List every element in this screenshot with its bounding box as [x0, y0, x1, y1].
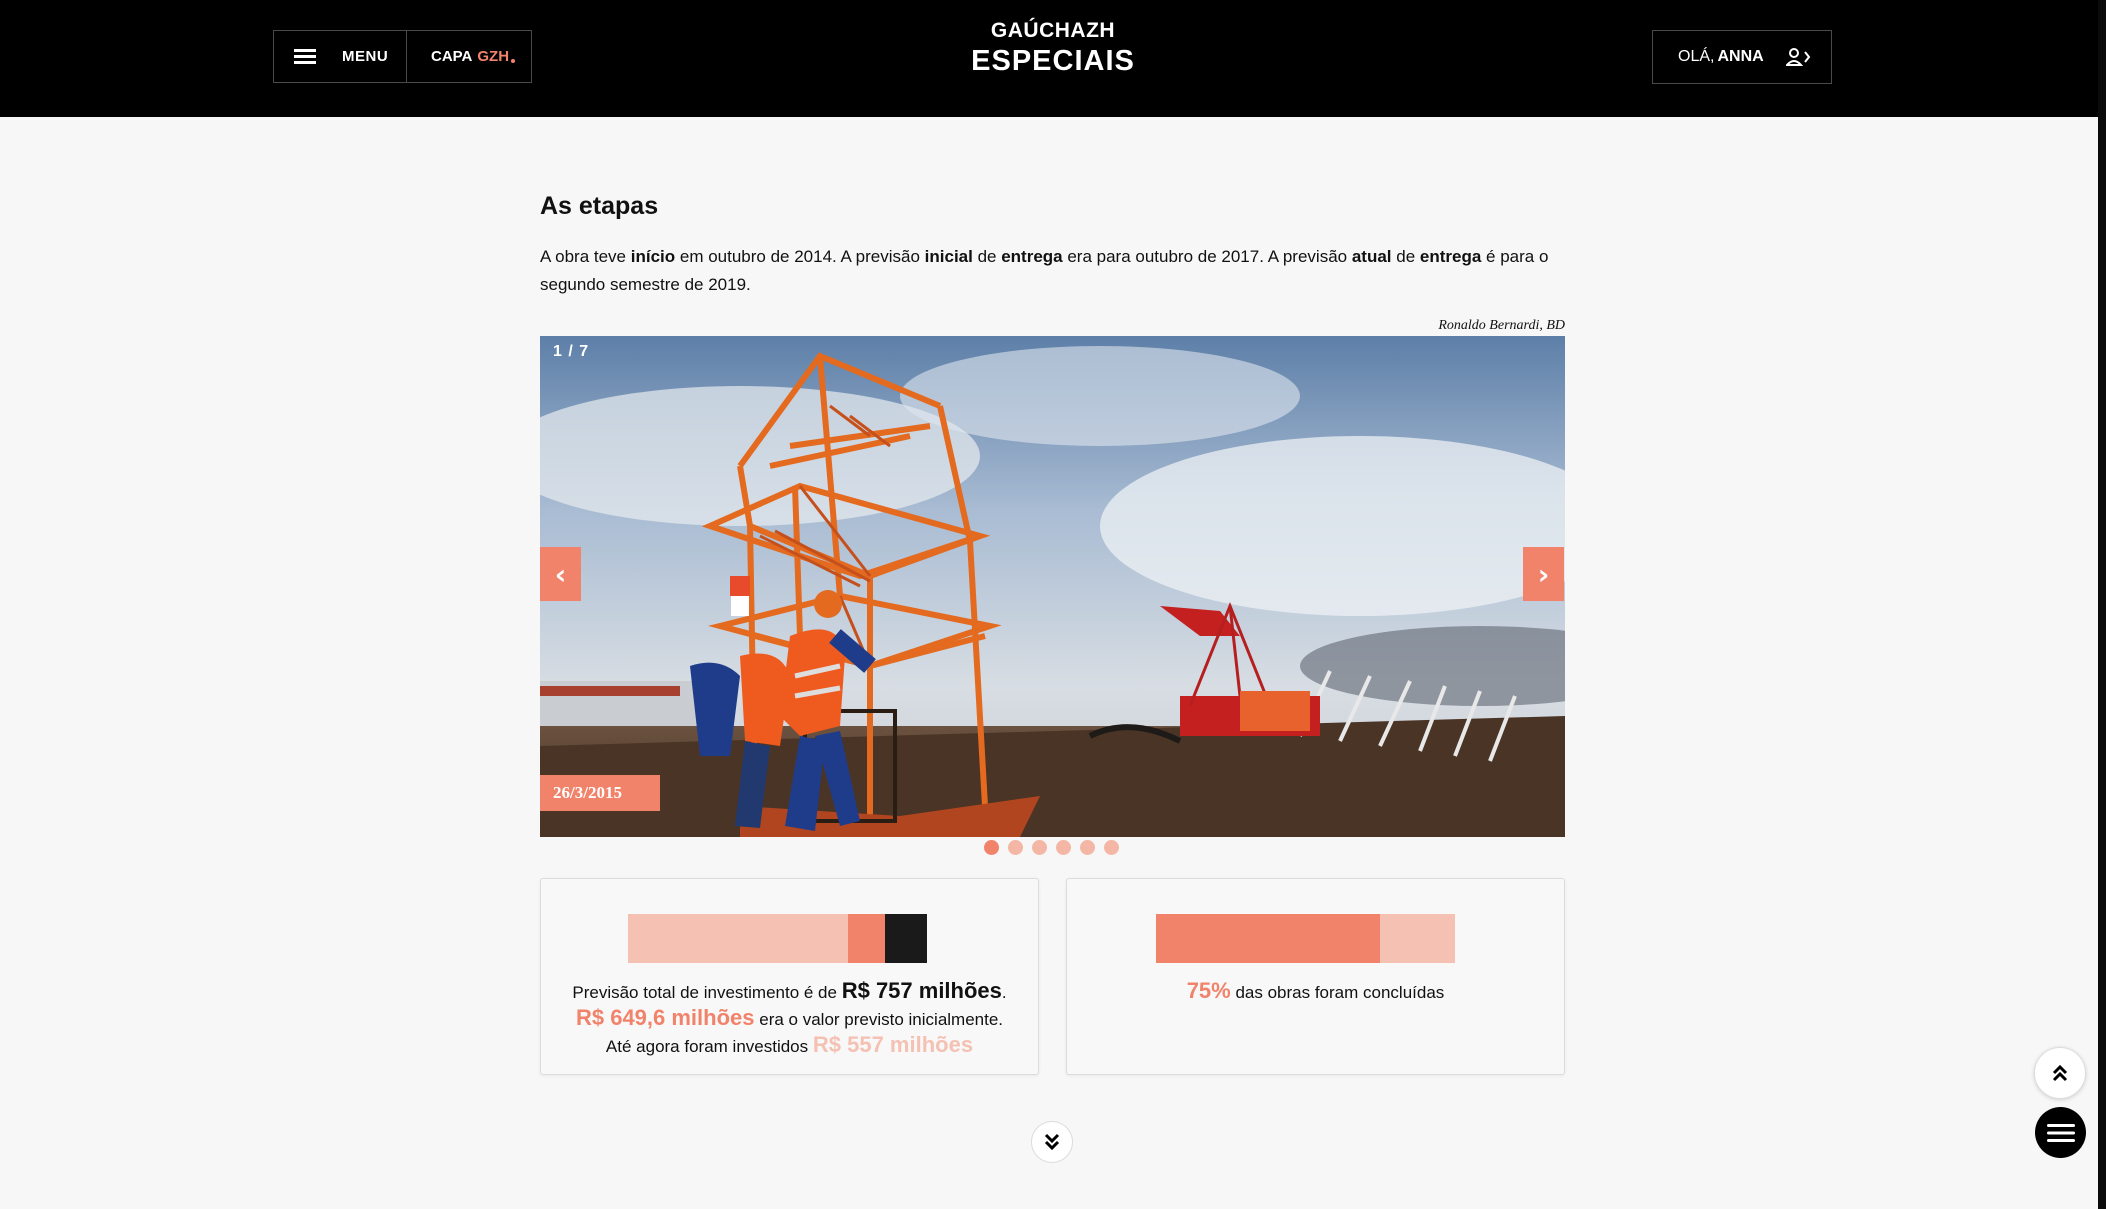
investment-total: R$ 757 milhões	[841, 978, 1002, 1003]
slider-dot[interactable]	[1104, 840, 1119, 855]
progress-percent: 75%	[1186, 978, 1231, 1003]
intro-emphasis: atual	[1351, 247, 1392, 266]
investment-initial: R$ 649,6 milhões	[575, 1005, 755, 1030]
investment-line1-suffix: .	[1001, 983, 1007, 1002]
progress-done-segment	[1156, 914, 1381, 963]
slider-dots	[984, 840, 1119, 855]
investment-bar	[628, 914, 927, 963]
intro-emphasis: entrega	[1419, 247, 1482, 266]
construction-photo	[540, 336, 1565, 837]
intro-text: em outubro de 2014. A previsão	[675, 247, 925, 266]
intro-emphasis: entrega	[1001, 247, 1063, 266]
intro-emphasis: início	[630, 247, 676, 266]
slider-dot[interactable]	[1080, 840, 1095, 855]
progress-remaining-segment	[1380, 914, 1455, 963]
slider-dot[interactable]	[1056, 840, 1071, 855]
menu-lines-icon	[2046, 1123, 2075, 1142]
intro-text: de	[972, 247, 1002, 266]
bar-initial-segment	[848, 914, 885, 963]
progress-card: 75% das obras foram concluídas	[1066, 878, 1565, 1075]
investment-line1-prefix: Previsão total de investimento é de	[572, 983, 842, 1002]
slider-prev-button[interactable]: ‹	[540, 547, 581, 601]
investment-line2-suffix: era o valor previsto inicialmente.	[754, 1010, 1004, 1029]
intro-text: de	[1391, 247, 1420, 266]
user-account-button[interactable]: OLÁ, ANNA	[1652, 30, 1832, 84]
intro-text: era para outubro de 2017. A previsão	[1062, 247, 1352, 266]
scroll-down-button[interactable]	[1031, 1121, 1073, 1163]
slide-date: 26/3/2015	[540, 775, 660, 811]
chevron-left-icon: ‹	[554, 557, 567, 591]
top-header: MENU CAPA GZH GAÚCHAZH ESPECIAIS OLÁ, AN…	[0, 0, 2106, 117]
progress-description: das obras foram concluídas	[1230, 983, 1445, 1002]
window-edge	[2098, 0, 2106, 1209]
slider-dot[interactable]	[1008, 840, 1023, 855]
bar-total-segment	[884, 914, 927, 963]
chevron-right-icon: ›	[1537, 557, 1550, 591]
investment-invested: R$ 557 milhões	[812, 1032, 974, 1057]
section-title: As etapas	[540, 192, 659, 220]
bar-invested-segment	[628, 914, 848, 963]
back-to-top-button[interactable]	[2034, 1047, 2086, 1099]
floating-menu-button[interactable]	[2035, 1107, 2086, 1158]
slider-dot[interactable]	[1032, 840, 1047, 855]
photo-credit: Ronaldo Bernardi, BD	[1438, 318, 1565, 333]
investment-line3-prefix: Até agora foram investidos	[605, 1037, 813, 1056]
investment-text: Previsão total de investimento é de R$ 7…	[541, 978, 1038, 1059]
intro-paragraph: A obra teve início em outubro de 2014. A…	[540, 243, 1565, 299]
greeting: OLÁ,	[1678, 48, 1715, 65]
user-name: ANNA	[1717, 48, 1764, 65]
slider-dot[interactable]	[984, 840, 999, 855]
investment-card: Previsão total de investimento é de R$ 7…	[540, 878, 1039, 1075]
intro-emphasis: inicial	[924, 247, 973, 266]
double-chevron-up-icon	[2052, 1064, 2068, 1082]
user-arrow-icon	[1785, 48, 1810, 66]
slider-next-button[interactable]: ›	[1523, 547, 1564, 601]
double-chevron-down-icon	[1044, 1133, 1060, 1151]
slide-counter: 1 / 7	[553, 343, 590, 360]
slide-photo	[540, 336, 1565, 837]
intro-text: A obra teve	[540, 247, 631, 266]
progress-text: 75% das obras foram concluídas	[1067, 978, 1564, 1005]
progress-bar	[1156, 914, 1455, 963]
